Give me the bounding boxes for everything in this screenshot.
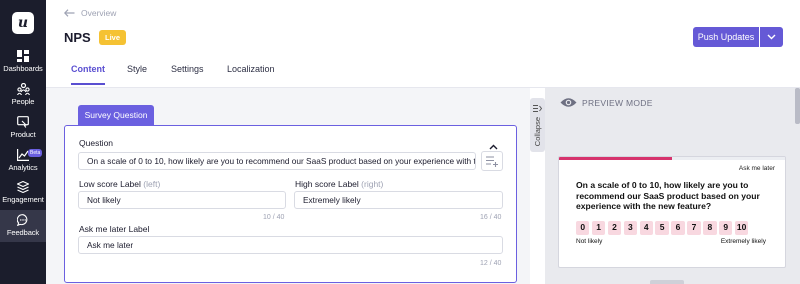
tab-style[interactable]: Style	[127, 64, 147, 83]
question-label: Question	[79, 138, 114, 148]
breadcrumb-label[interactable]: Overview	[81, 8, 116, 18]
nps-score-button[interactable]: 3	[623, 221, 638, 235]
sidebar-item-engagement[interactable]: Engagement	[0, 181, 46, 204]
high-score-label: High score Label (right)	[295, 179, 383, 189]
collapse-label: Collapse	[533, 117, 542, 147]
product-icon	[17, 116, 29, 128]
survey-question-tab[interactable]: Survey Question	[78, 105, 154, 125]
breadcrumb[interactable]: Overview	[64, 8, 116, 18]
nps-score-button[interactable]: 4	[639, 221, 653, 235]
engagement-icon	[17, 181, 29, 193]
ask-later-input[interactable]: Ask me later	[78, 236, 503, 254]
people-icon	[16, 83, 30, 95]
low-score-label-text: Low score Label	[79, 179, 141, 189]
nps-score-button[interactable]: 7	[687, 221, 701, 235]
ask-later-counter: 12 / 40	[480, 260, 502, 267]
high-score-hint: (right)	[361, 179, 384, 189]
sidebar-item-product[interactable]: Product	[0, 116, 46, 139]
sidebar-item-label: Dashboards	[3, 64, 43, 73]
nps-score-button[interactable]: 8	[703, 221, 717, 235]
feedback-icon	[17, 214, 28, 226]
sidebar-item-people[interactable]: People	[0, 83, 46, 106]
push-updates-button[interactable]: Push Updates	[693, 27, 759, 47]
preview-pager[interactable]	[650, 280, 684, 284]
sidebar-item-label: People	[11, 97, 35, 106]
app-logo[interactable]: u	[12, 12, 34, 34]
nps-score-button[interactable]: 2	[607, 221, 622, 235]
sidebar-item-feedback[interactable]: Feedback	[0, 210, 46, 242]
dashboard-icon	[17, 50, 29, 62]
survey-progress-bar	[559, 157, 672, 160]
nps-score-button[interactable]: 1	[591, 221, 606, 235]
add-list-button[interactable]	[481, 151, 503, 171]
eye-icon	[560, 98, 577, 107]
nps-score-button[interactable]: 5	[655, 221, 669, 235]
preview-mode-label: PREVIEW MODE	[582, 97, 653, 108]
preview-low-label: Not likely	[576, 238, 603, 245]
status-badge: Live	[99, 30, 127, 45]
sidebar-item-label: Engagement	[2, 195, 44, 204]
low-score-counter: 10 / 40	[263, 214, 285, 221]
high-score-input[interactable]: Extremely likely	[294, 191, 503, 209]
ask-later-label: Ask me later Label	[79, 224, 150, 234]
preview-question: On a scale of 0 to 10, how likely are yo…	[576, 180, 760, 211]
page-title: NPS	[64, 30, 91, 45]
high-score-counter: 16 / 40	[480, 214, 502, 221]
tab-settings[interactable]: Settings	[171, 64, 204, 83]
preview-ask-later[interactable]: Ask me later	[739, 165, 775, 172]
tab-localization[interactable]: Localization	[227, 64, 275, 83]
low-score-hint: (left)	[143, 179, 161, 189]
survey-preview-card: Ask me later On a scale of 0 to 10, how …	[558, 156, 786, 268]
tab-bar: Content Style Settings Localization	[46, 60, 800, 88]
nps-score-button[interactable]: 9	[719, 221, 733, 235]
sidebar-item-dashboards[interactable]: Dashboards	[0, 50, 46, 73]
chevron-down-icon	[767, 34, 776, 40]
high-score-label-text: High score Label	[295, 179, 359, 189]
drag-handle-icon	[533, 105, 542, 112]
nps-score-button[interactable]: 10	[734, 221, 749, 235]
preview-mode-header: PREVIEW MODE	[560, 97, 653, 108]
low-score-input[interactable]: Not likely	[78, 191, 286, 209]
nps-score-button[interactable]: 6	[671, 221, 685, 235]
sidebar-item-label: Analytics	[8, 163, 38, 172]
list-add-icon	[485, 155, 498, 167]
low-score-label: Low score Label (left)	[79, 179, 160, 189]
collapse-handle[interactable]: Collapse	[530, 98, 545, 152]
survey-progress-track	[559, 157, 785, 160]
sidebar-item-label: Feedback	[6, 228, 40, 237]
beta-badge: Beta	[28, 149, 43, 157]
nps-scale: 0 1 2 3 4 5 6 7 8 9 10	[576, 221, 749, 235]
tab-content[interactable]: Content	[71, 64, 105, 85]
sidebar: u Dashboards People Product Beta Analyti…	[0, 0, 46, 284]
sidebar-item-analytics[interactable]: Beta Analytics	[0, 149, 46, 172]
arrow-left-icon	[64, 9, 75, 17]
scrollbar[interactable]	[795, 88, 800, 124]
question-input[interactable]: On a scale of 0 to 10, how likely are yo…	[78, 152, 476, 170]
nps-score-button[interactable]: 0	[576, 221, 590, 235]
preview-high-label: Extremely likely	[720, 238, 766, 245]
sidebar-item-label: Product	[10, 130, 36, 139]
push-options-dropdown[interactable]	[760, 27, 783, 47]
